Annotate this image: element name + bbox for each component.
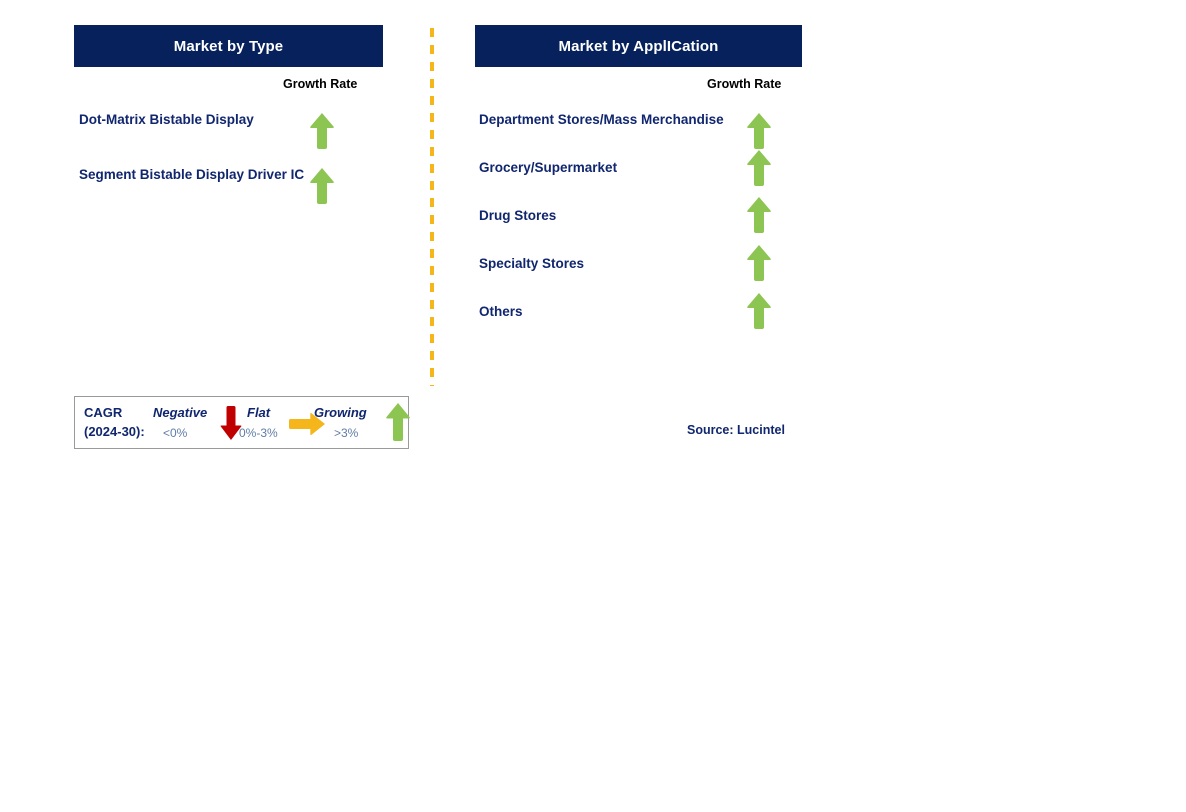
segment-trend-cell — [742, 244, 776, 282]
segment-row: Others — [479, 293, 804, 330]
growth-rate-column-label-application: Growth Rate — [707, 77, 782, 91]
segment-trend-cell — [742, 292, 776, 330]
legend-entry-range: 0%-3% — [239, 426, 278, 440]
panel-title-text: Market by ApplICation — [558, 37, 719, 55]
segment-row: Dot-Matrix Bistable Display — [79, 110, 384, 156]
segment-trend-cell — [742, 112, 776, 150]
growth-rate-column-label-type: Growth Rate — [283, 77, 358, 91]
arrow-up-icon — [747, 113, 771, 149]
segment-trend-cell — [742, 149, 776, 187]
arrow-up-icon — [747, 197, 771, 233]
cagr-legend-title-line1: CAGR — [84, 405, 123, 420]
arrow-up-icon — [747, 150, 771, 186]
segment-row: Segment Bistable Display Driver IC — [79, 165, 384, 211]
column-divider — [430, 28, 434, 386]
panel-header-market-by-application: Market by ApplICation — [475, 25, 802, 67]
segment-list-application: Department Stores/Mass Merchandise Groce… — [479, 110, 804, 330]
arrow-up-icon — [747, 293, 771, 329]
segment-list-type: Dot-Matrix Bistable Display Segment Bist… — [79, 110, 384, 211]
segment-row: Grocery/Supermarket — [479, 150, 804, 186]
cagr-legend-title-line2: (2024-30): — [84, 424, 145, 439]
legend-entry-name: Growing — [314, 405, 367, 420]
segment-trend-cell — [305, 167, 339, 205]
segment-row: Specialty Stores — [479, 245, 804, 282]
legend-entry-range: <0% — [163, 426, 188, 440]
legend-icon-wrapper — [385, 402, 411, 442]
panel-header-market-by-type: Market by Type — [74, 25, 383, 67]
segment-trend-cell — [742, 196, 776, 234]
cagr-legend-box: CAGR (2024-30): Negative <0% Flat 0%-3% … — [74, 396, 411, 449]
legend-entry-name: Flat — [247, 405, 271, 420]
segment-row: Drug Stores — [479, 197, 804, 234]
arrow-up-icon — [310, 113, 334, 149]
segment-trend-cell — [305, 112, 339, 150]
source-credit: Source: Lucintel — [687, 423, 785, 437]
legend-entry-name: Negative — [153, 405, 208, 420]
arrow-up-icon — [310, 168, 334, 204]
panel-title-text: Market by Type — [173, 37, 284, 55]
cagr-legend-title: CAGR (2024-30): — [84, 403, 145, 441]
arrow-up-icon — [386, 403, 410, 441]
arrow-up-icon — [747, 245, 771, 281]
legend-entry-range: >3% — [334, 426, 359, 440]
